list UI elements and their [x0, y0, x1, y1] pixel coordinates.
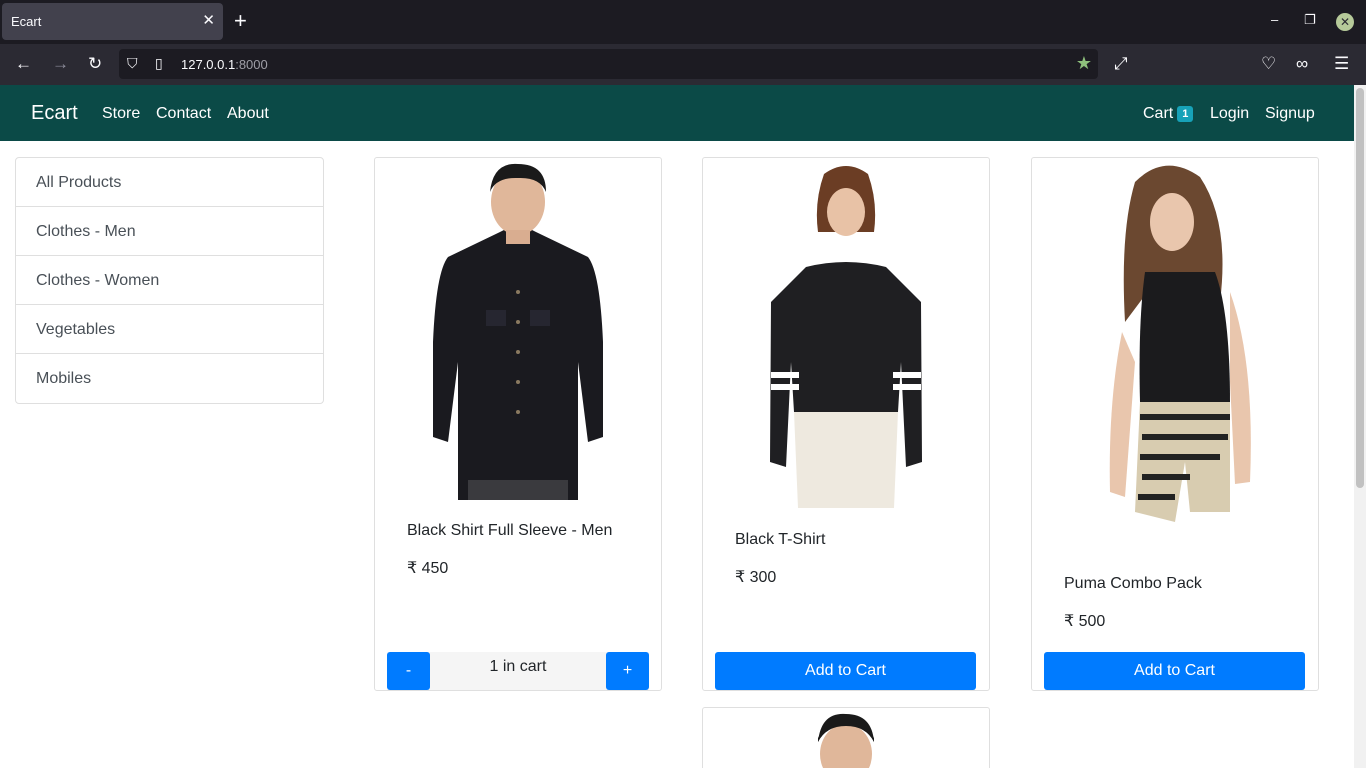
product-card: Puma Combo Pack ₹ 500 Add to Cart	[1031, 157, 1319, 691]
maximize-icon[interactable]: ❐	[1304, 12, 1316, 28]
pocket-icon[interactable]: ♡	[1261, 54, 1276, 74]
cart-label: Cart	[1143, 105, 1174, 122]
address-bar[interactable]: ⛉ ▯ 127.0.0.1:8000 ★	[119, 49, 1098, 79]
browser-toolbar: ← → ↻ ⛉ ▯ 127.0.0.1:8000 ★ ⤢ ♡ ∞ ☰	[0, 44, 1366, 85]
browser-tab-bar: Ecart ✕ + – ❐ ✕	[0, 0, 1366, 44]
product-title: Puma Combo Pack	[1064, 575, 1202, 592]
nav-login[interactable]: Login	[1210, 105, 1249, 123]
url-text[interactable]: 127.0.0.1:8000	[181, 57, 268, 72]
brand-logo[interactable]: Ecart	[31, 102, 78, 125]
add-to-cart-button[interactable]: Add to Cart	[1044, 652, 1305, 690]
product-image[interactable]	[703, 162, 989, 508]
product-price: ₹ 450	[407, 560, 449, 577]
product-image[interactable]	[1032, 162, 1318, 552]
sidebar-item-clothes-women[interactable]: Clothes - Women	[16, 256, 323, 305]
nav-contact[interactable]: Contact	[156, 105, 211, 123]
extension-icon[interactable]: ∞	[1296, 54, 1308, 74]
increase-quantity-button[interactable]: +	[606, 652, 649, 690]
nav-store[interactable]: Store	[102, 105, 140, 123]
cart-count-badge: 1	[1177, 105, 1194, 122]
category-sidebar: All Products Clothes - Men Clothes - Wom…	[15, 157, 324, 404]
page-info-icon[interactable]: ▯	[155, 55, 163, 72]
back-icon[interactable]: ←	[15, 54, 32, 74]
sidebar-item-vegetables[interactable]: Vegetables	[16, 305, 323, 354]
nav-cart[interactable]: Cart 1	[1143, 105, 1194, 123]
product-image[interactable]	[703, 712, 989, 768]
nav-about[interactable]: About	[227, 105, 269, 123]
product-card: Black Shirt Full Sleeve - Men ₹ 450 - 1 …	[374, 157, 662, 691]
add-to-cart-button[interactable]: Add to Cart	[715, 652, 976, 690]
bookmark-star-icon[interactable]: ★	[1076, 53, 1092, 74]
cart-quantity-control: - 1 in cart +	[387, 652, 649, 690]
window-close-icon[interactable]: ✕	[1336, 13, 1354, 31]
tab-close-icon[interactable]: ✕	[202, 11, 215, 29]
sidebar-item-mobiles[interactable]: Mobiles	[16, 354, 323, 403]
sidebar-item-clothes-men[interactable]: Clothes - Men	[16, 207, 323, 256]
browser-tab[interactable]: Ecart ✕	[2, 3, 223, 40]
minimize-icon[interactable]: –	[1271, 12, 1278, 27]
product-title: Black Shirt Full Sleeve - Men	[407, 522, 613, 539]
product-card: Black T-Shirt ₹ 300 Add to Cart	[702, 157, 990, 691]
product-image[interactable]	[375, 162, 661, 500]
forward-icon[interactable]: →	[52, 54, 69, 74]
product-price: ₹ 500	[1064, 613, 1106, 630]
reload-icon[interactable]: ↻	[88, 54, 102, 74]
product-title: Black T-Shirt	[735, 531, 826, 548]
tab-title: Ecart	[11, 14, 42, 29]
page-content: Ecart Store Contact About Cart 1 Login Si…	[0, 85, 1354, 768]
new-tab-icon[interactable]: +	[234, 9, 247, 33]
fullscreen-icon[interactable]: ⤢	[1114, 54, 1128, 74]
product-price: ₹ 300	[735, 569, 777, 586]
nav-signup[interactable]: Signup	[1265, 105, 1315, 123]
sidebar-item-all-products[interactable]: All Products	[16, 158, 323, 207]
shield-icon[interactable]: ⛉	[127, 55, 138, 72]
scrollbar-thumb[interactable]	[1356, 88, 1364, 488]
menu-icon[interactable]: ☰	[1334, 54, 1349, 74]
site-navbar: Ecart Store Contact About Cart 1 Login Si…	[0, 85, 1354, 141]
product-card	[702, 707, 990, 768]
